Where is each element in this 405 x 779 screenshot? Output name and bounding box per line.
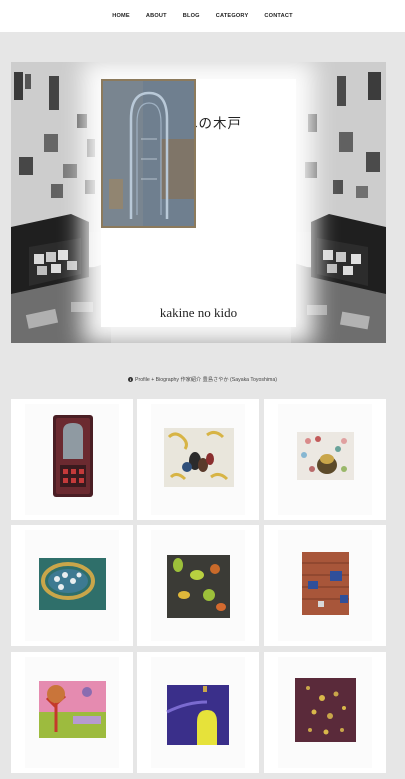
artwork-thumbnail — [151, 657, 245, 768]
artwork-tile[interactable] — [137, 652, 259, 773]
artwork-tile[interactable] — [264, 652, 386, 773]
artwork-thumbnail — [151, 404, 245, 515]
profile-link[interactable]: i Profile + Biography 作家紹介 豊島さやか (Sayaka … — [0, 376, 405, 383]
profile-text[interactable]: Profile + Biography 作家紹介 豊島さやか (Sayaka T… — [135, 377, 277, 383]
artwork-thumbnail — [278, 404, 372, 515]
artwork-thumbnail — [25, 530, 119, 641]
hero-banner: かきねの木戸 kakine no kido — [11, 62, 386, 343]
artwork-tile[interactable] — [137, 399, 259, 520]
nav-blog[interactable]: BLOG — [175, 13, 208, 19]
artwork-thumbnail — [151, 530, 245, 641]
artwork-thumbnail — [25, 404, 119, 515]
nav-category[interactable]: CATEGORY — [208, 13, 257, 19]
artwork-tile[interactable] — [264, 399, 386, 520]
top-navigation: HOME ABOUT BLOG CATEGORY CONTACT — [0, 0, 405, 32]
nav-contact[interactable]: CONTACT — [256, 13, 300, 19]
nav-home[interactable]: HOME — [104, 13, 138, 19]
artwork-tile[interactable] — [264, 525, 386, 646]
artwork-thumbnail — [278, 530, 372, 641]
featured-painting — [101, 79, 196, 228]
artwork-tile[interactable] — [11, 399, 133, 520]
nav-about[interactable]: ABOUT — [138, 13, 175, 19]
artwork-tile[interactable] — [11, 525, 133, 646]
info-icon: i — [128, 377, 134, 383]
title-card: かきねの木戸 kakine no kido — [101, 79, 296, 327]
hero-title-english: kakine no kido — [159, 305, 238, 320]
artwork-thumbnail — [278, 657, 372, 768]
artwork-tile[interactable] — [137, 525, 259, 646]
artwork-tile[interactable] — [11, 652, 133, 773]
artwork-thumbnail — [25, 657, 119, 768]
